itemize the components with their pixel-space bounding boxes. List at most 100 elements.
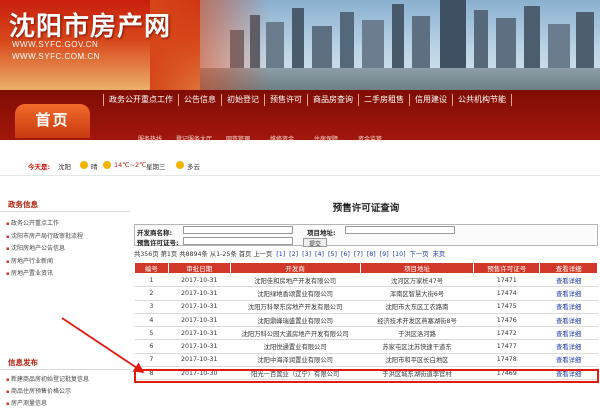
- cell-number: 1: [134, 273, 169, 288]
- pagination-summary: 共356页 第1页 共8894条 从1-25条 首页 上一页: [134, 251, 273, 258]
- permit-table: 编号 审批日期 开发商 项目地址 预售许可证号 查看详细 1 2017-10-3…: [134, 262, 598, 381]
- weekday: 星期三: [146, 163, 166, 171]
- page-link[interactable]: [7]: [354, 251, 363, 258]
- view-detail-link[interactable]: 查看详细: [539, 353, 598, 368]
- main-content: 预售许可证查询 开发商名称: 项目地址: 预售许可证号: 提交 共356页 第1…: [134, 180, 598, 381]
- sub-nav-fund-supervision[interactable]: 资金监管: [348, 134, 392, 143]
- cell-date: 2017-10-31: [168, 313, 231, 328]
- cell-date: 2017-10-31: [168, 353, 231, 368]
- table-row: 1 2017-10-31 沈阳佳和房地产开发有限公司 沈河区万家桩47号 174…: [134, 273, 598, 288]
- home-tab[interactable]: 首页: [15, 104, 90, 138]
- col-header-date: 审批日期: [167, 262, 231, 274]
- table-row: 2 2017-10-31 沈阳绿地香颂置业有限公司 浑南区智慧大街6号 1747…: [134, 286, 598, 301]
- sidebar-item[interactable]: 房地产行业新闻: [6, 256, 130, 269]
- page-link[interactable]: [5]: [328, 251, 337, 258]
- sidebar-item[interactable]: 房产测量信息: [6, 398, 89, 410]
- view-detail-link[interactable]: 查看详细: [539, 286, 598, 301]
- permit-number-input[interactable]: [183, 237, 293, 245]
- cell-permit: 17474: [473, 286, 540, 301]
- building: [312, 26, 332, 70]
- view-detail-link[interactable]: 查看详细: [539, 339, 598, 354]
- cell-address: 浑南区智慧大街6号: [360, 286, 474, 301]
- developer-input[interactable]: [183, 226, 293, 234]
- sun-icon: [80, 161, 88, 169]
- building: [412, 16, 430, 70]
- row-highlight-box: [134, 369, 599, 383]
- sub-nav-service-hall[interactable]: 登记服务大厅: [172, 134, 216, 143]
- cell-number: 4: [134, 313, 169, 328]
- sub-nav-maintenance-fund[interactable]: 维修资金: [260, 134, 304, 143]
- cell-permit: 17475: [473, 300, 540, 314]
- sub-nav-housing-security[interactable]: 住房保障: [304, 134, 348, 143]
- view-detail-link[interactable]: 查看详细: [539, 326, 598, 341]
- cell-number: 5: [134, 326, 169, 341]
- page-link[interactable]: [8]: [367, 251, 376, 258]
- site-header: 沈阳市房产网 WWW.SYFC.GOV.CN WWW.SYFC.COM.CN: [0, 0, 600, 90]
- cell-address: 沈阳市大东区工农路南: [360, 300, 474, 314]
- sidebar-item[interactable]: 商品住房预售价格公示: [6, 386, 89, 398]
- table-row: 5 2017-10-31 沈阳万科公园大道房地产开发有限公司 于洪区洛河路 17…: [134, 326, 598, 341]
- table-header-row: 编号 审批日期 开发商 项目地址 预售许可证号 查看详细: [134, 262, 598, 274]
- sidebar-item[interactable]: 政务公开重点工作: [6, 218, 130, 231]
- col-header-address: 项目地址: [359, 262, 475, 274]
- project-address-input[interactable]: [345, 226, 455, 234]
- cell-permit: 17471: [473, 273, 540, 288]
- site-url-com: WWW.SYFC.COM.CN: [12, 52, 100, 61]
- site-url-gov: WWW.SYFC.GOV.CN: [12, 40, 99, 49]
- cell-developer: 沈阳万科公园大道房地产开发有限公司: [230, 326, 361, 341]
- cell-permit: 17476: [473, 313, 540, 328]
- nav-item-credit[interactable]: 信用建设: [410, 94, 453, 106]
- sidebar-item[interactable]: 沈阳市房产局行政审批流程: [6, 231, 130, 244]
- nav-item-announcements[interactable]: 公告信息: [179, 94, 222, 106]
- cell-developer: 沈阳佳和房地产开发有限公司: [230, 273, 361, 288]
- weather-bar: 今天是: 沈阳 晴 14℃~2℃ 星期三 多云: [0, 150, 600, 176]
- cell-developer: 沈阳鼎峰瑞盛置业有限公司: [230, 313, 361, 328]
- building: [292, 8, 304, 70]
- view-detail-link[interactable]: 查看详细: [539, 313, 598, 328]
- sidebar-item[interactable]: 沈阳房地产公告信息: [6, 243, 130, 256]
- cell-date: 2017-10-31: [168, 300, 231, 314]
- col-header-developer: 开发商: [229, 262, 361, 274]
- page-link[interactable]: [4]: [315, 251, 324, 258]
- cloud-sun-icon: [176, 161, 184, 169]
- nav-item-initial-registration[interactable]: 初始登记: [222, 94, 265, 106]
- col-header-number: 编号: [134, 262, 169, 274]
- page-link[interactable]: [10]: [393, 251, 406, 258]
- page-link[interactable]: [6]: [341, 251, 350, 258]
- nav-item-presale-permit[interactable]: 预售许可: [265, 94, 308, 106]
- nav-item-energy[interactable]: 公共机构节能: [453, 94, 512, 106]
- page-current: [1]: [276, 251, 286, 258]
- view-detail-link[interactable]: 查看详细: [539, 300, 598, 314]
- building: [362, 20, 384, 70]
- next-page-link[interactable]: 下一页: [410, 251, 429, 258]
- nav-item-gov-affairs[interactable]: 政务公开重点工作: [103, 94, 179, 106]
- cell-developer: 沈阳中海泽润置业有限公司: [230, 353, 361, 368]
- building: [496, 18, 516, 70]
- tomorrow-weather: 多云: [187, 163, 200, 171]
- building: [474, 10, 488, 70]
- page-link[interactable]: [2]: [289, 251, 298, 258]
- sub-nav-online-sign[interactable]: 网签管理: [216, 134, 260, 143]
- sidebar-item[interactable]: 房地产置业资讯: [6, 268, 130, 281]
- sub-nav-hotline[interactable]: 服务热线: [128, 134, 172, 143]
- table-row: 6 2017-10-31 沈阳悦通置业有限公司 苏家屯区沈苏快速干道东 1747…: [134, 339, 598, 354]
- permit-number-label: 预售许可证号:: [137, 239, 179, 247]
- project-address-label: 项目地址:: [307, 229, 336, 237]
- nav-item-housing-query[interactable]: 商品房查询: [308, 94, 359, 106]
- submit-button[interactable]: 提交: [303, 238, 327, 248]
- sidebar-section-info-release: 信息发布: [0, 356, 130, 370]
- last-page-link[interactable]: 末页: [433, 251, 446, 258]
- sidebar-item[interactable]: 新建商品房初始登记批复信息: [6, 374, 89, 386]
- view-detail-link[interactable]: 查看详细: [539, 273, 598, 288]
- table-row: 4 2017-10-31 沈阳鼎峰瑞盛置业有限公司 经济技术开发区燕塞湖街8号 …: [134, 313, 598, 328]
- nav-item-second-hand[interactable]: 二手房租售: [359, 94, 410, 106]
- page-link[interactable]: [3]: [302, 251, 311, 258]
- page-link[interactable]: [9]: [380, 251, 389, 258]
- cell-number: 2: [134, 286, 169, 301]
- sidebar-list-gov-info: 政务公开重点工作 沈阳市房产局行政审批流程 沈阳房地产公告信息 房地产行业新闻 …: [0, 212, 130, 281]
- cell-date: 2017-10-31: [168, 339, 231, 354]
- cell-address: 于洪区洛河路: [360, 326, 474, 341]
- sub-nav: 服务热线 登记服务大厅 网签管理 维修资金 住房保障 资金监管: [128, 134, 392, 143]
- building: [340, 12, 354, 70]
- main-nav: 政务公开重点工作 公告信息 初始登记 预售许可 商品房查询 二手房租售 信用建设…: [103, 94, 512, 106]
